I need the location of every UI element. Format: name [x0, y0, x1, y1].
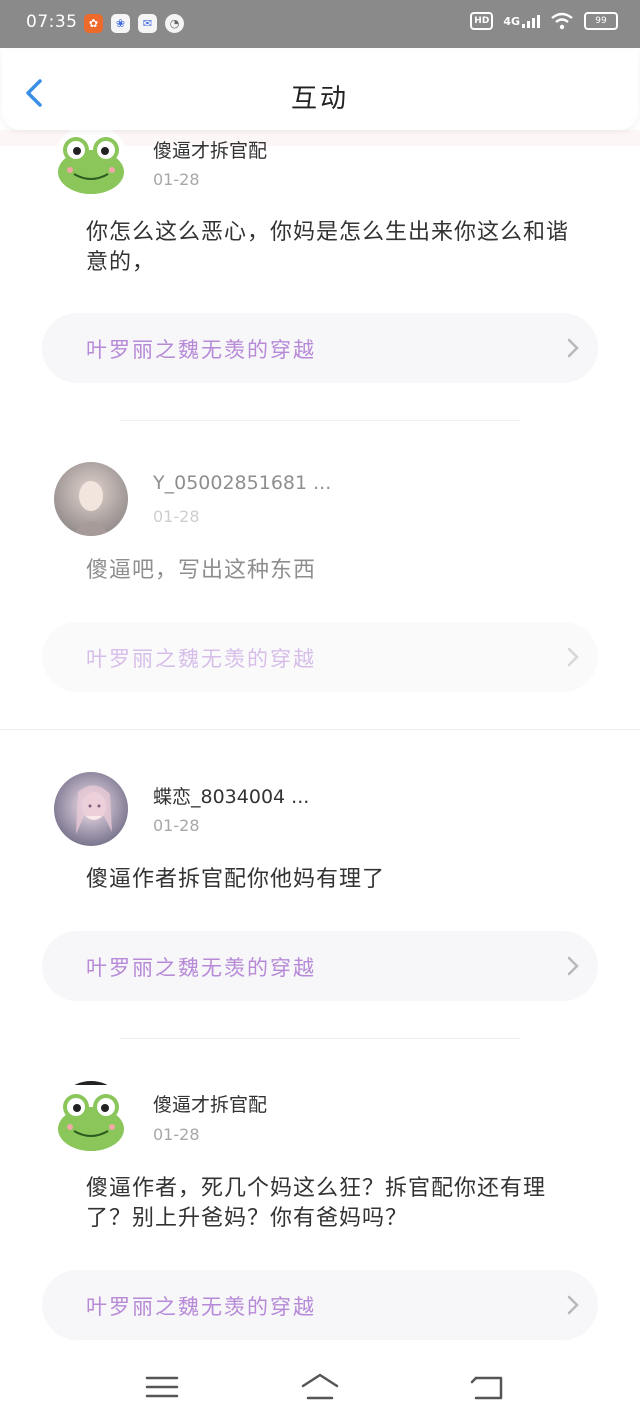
status-bar: 07:35 ✿ ❀ ✉ ◔ HD 4G 99: [0, 0, 640, 48]
username[interactable]: 蝶恋_8034004 ...: [153, 782, 309, 809]
book-link[interactable]: 叶罗丽之魏无羡的穿越: [42, 313, 598, 383]
book-title: 叶罗丽之魏无羡的穿越: [86, 338, 316, 362]
chevron-right-icon: [567, 956, 579, 976]
book-link[interactable]: 叶罗丽之魏无羡的穿越: [42, 622, 598, 692]
avatar[interactable]: [54, 124, 128, 198]
comment-content: 傻逼作者，死几个妈这么狂？拆官配你还有理了？别上升爸妈？你有爸妈吗？: [86, 1176, 547, 1231]
username[interactable]: 傻逼才拆官配: [153, 136, 267, 163]
network-type: 4G: [503, 14, 520, 28]
header-bar: 互动: [2, 50, 638, 130]
page-title: 互动: [290, 84, 349, 114]
battery-icon: 99: [584, 12, 618, 30]
frog-avatar-icon: [54, 124, 128, 198]
avatar[interactable]: [54, 772, 128, 846]
app-notification-icon: ✿: [84, 14, 103, 33]
comment-content: 你怎么这么恶心，你妈是怎么生出来你这么和谐意的，: [86, 220, 570, 275]
book-link[interactable]: 叶罗丽之魏无羡的穿越: [42, 931, 598, 1001]
paw-notification-icon: ❀: [111, 14, 130, 33]
status-time: 07:35: [26, 12, 78, 32]
avatar[interactable]: [54, 1081, 128, 1155]
comment-content: 傻逼吧，写出这种东西: [86, 558, 317, 583]
anime-girl-avatar-icon: [54, 772, 128, 846]
mail-notification-icon: ✉: [138, 14, 157, 33]
comment-date: 01-28: [153, 507, 200, 526]
home-icon[interactable]: [300, 1370, 340, 1404]
comment-date: 01-28: [153, 1125, 200, 1144]
comment-date: 01-28: [153, 170, 200, 189]
portrait-avatar-icon: [54, 462, 128, 536]
avatar[interactable]: [54, 462, 128, 536]
menu-icon[interactable]: [142, 1370, 182, 1404]
username[interactable]: 傻逼才拆官配: [153, 1090, 267, 1117]
frog-avatar-icon: [54, 1081, 128, 1155]
book-title: 叶罗丽之魏无羡的穿越: [86, 1295, 316, 1319]
chevron-right-icon: [567, 647, 579, 667]
comment-content: 傻逼作者拆官配你他妈有理了: [86, 867, 386, 892]
hd-icon: HD: [470, 12, 494, 30]
book-link[interactable]: 叶罗丽之魏无羡的穿越: [42, 1270, 598, 1340]
book-title: 叶罗丽之魏无羡的穿越: [86, 956, 316, 980]
comment-date: 01-28: [153, 816, 200, 835]
divider: [120, 1038, 520, 1039]
notification-icons: ✿ ❀ ✉ ◔: [84, 14, 184, 33]
signal-icon: 4G: [503, 14, 540, 28]
book-title: 叶罗丽之魏无羡的穿越: [86, 647, 316, 671]
back-nav-icon[interactable]: [468, 1370, 508, 1404]
divider: [120, 420, 520, 421]
chevron-right-icon: [567, 1295, 579, 1315]
divider: [0, 729, 640, 730]
wifi-icon: [551, 12, 573, 30]
username[interactable]: Y_05002851681 ...: [153, 472, 331, 494]
chevron-right-icon: [567, 338, 579, 358]
gauge-notification-icon: ◔: [165, 14, 184, 33]
system-nav-bar: [0, 1352, 640, 1422]
battery-level: 99: [595, 16, 607, 26]
